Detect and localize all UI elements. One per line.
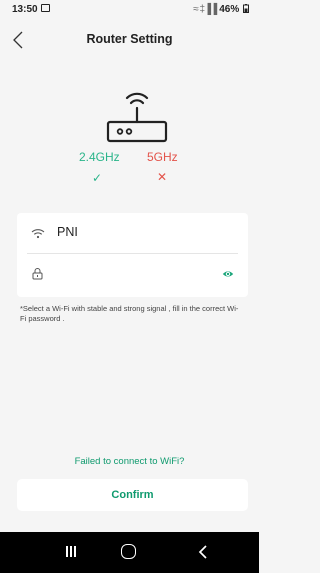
ssid-selector[interactable]: PNI	[17, 213, 248, 253]
eye-icon[interactable]	[222, 268, 234, 280]
recents-icon[interactable]	[64, 545, 78, 559]
wifi-icon	[31, 229, 45, 239]
system-nav-bar	[0, 532, 259, 573]
nav-bar: Router Setting	[0, 20, 259, 60]
home-icon[interactable]	[121, 544, 136, 559]
battery-level: 46%	[219, 4, 240, 15]
password-row	[17, 254, 248, 296]
hint-text: *Select a Wi-Fi with stable and strong s…	[20, 304, 239, 323]
password-input[interactable]	[53, 264, 213, 284]
message-icon	[41, 4, 50, 12]
page-title: Router Setting	[86, 32, 173, 46]
check-icon: ✓	[92, 171, 103, 185]
ssid-value: PNI	[57, 225, 78, 239]
status-right: ≈ ‡▐▐ 46%	[193, 4, 249, 15]
cross-icon: ✕	[157, 170, 168, 184]
band-24ghz-label: 2.4GHz	[79, 150, 120, 164]
battery-icon	[243, 4, 249, 13]
status-time: 13:50	[12, 4, 38, 15]
failed-to-connect-link[interactable]: Failed to connect to WiFi?	[0, 456, 259, 467]
router-icon	[106, 92, 168, 143]
band-5ghz-label: 5GHz	[147, 150, 178, 164]
wifi-form-card: PNI	[17, 213, 248, 297]
signal-icon: ≈ ‡▐▐	[193, 4, 217, 15]
confirm-button[interactable]: Confirm	[17, 479, 248, 511]
status-bar: 13:50 ≈ ‡▐▐ 46%	[0, 0, 259, 18]
band-support: 2.4GHz 5GHz ✓ ✕	[0, 150, 259, 190]
lock-icon	[32, 268, 43, 280]
back-icon[interactable]	[196, 544, 210, 560]
